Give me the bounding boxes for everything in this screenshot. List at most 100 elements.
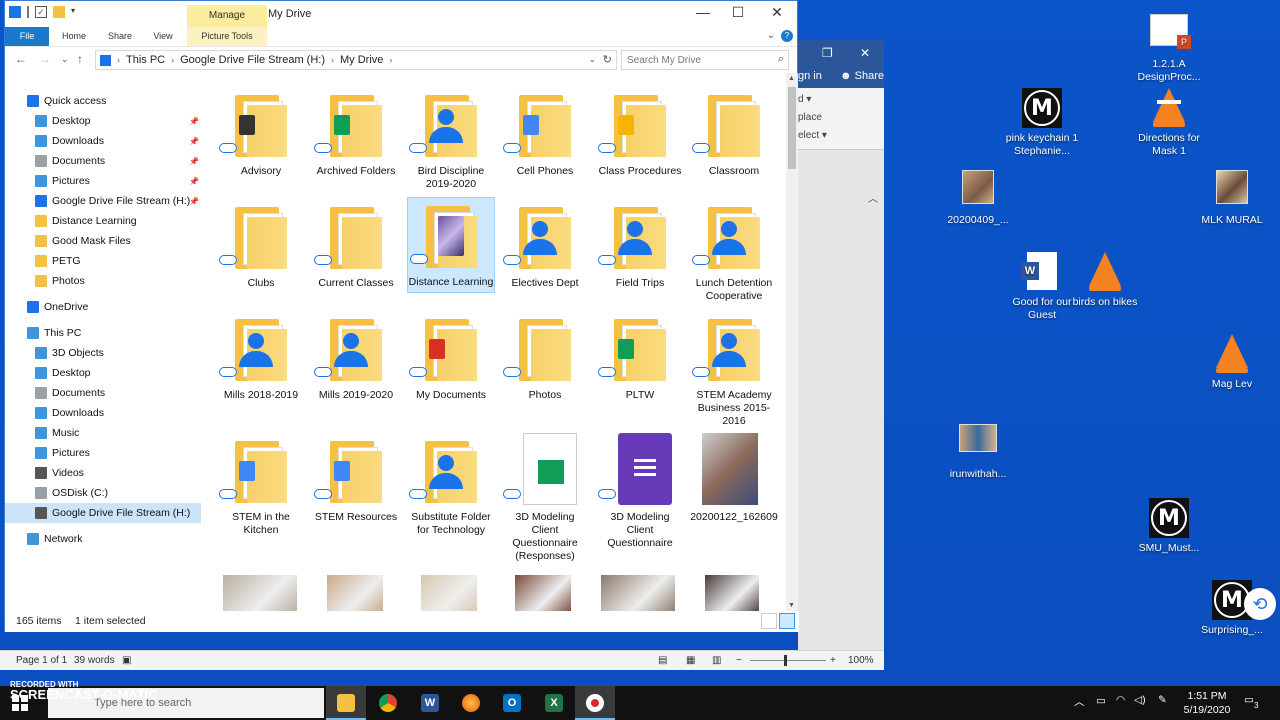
folder-item[interactable]: Distance Learning — [407, 197, 495, 293]
battery-icon[interactable]: ▭ — [1096, 695, 1106, 720]
nav-item[interactable]: Desktop 📌 — [5, 111, 201, 131]
large-icons-view-button[interactable] — [779, 613, 795, 629]
file-item[interactable]: 3D Modeling Client Questionnaire (Respon… — [501, 433, 589, 566]
desktop-icon[interactable]: M SMU_Must... — [1129, 498, 1209, 555]
search-input[interactable] — [622, 51, 762, 69]
folder-item[interactable]: My Documents — [407, 311, 495, 405]
nav-item[interactable]: Google Drive File Stream (H:) 📌 — [5, 191, 201, 211]
chevron-right-icon[interactable]: › — [171, 55, 174, 65]
zoom-level[interactable]: 100% — [848, 655, 874, 666]
zoom-thumb[interactable] — [784, 655, 787, 666]
taskbar-file-explorer[interactable] — [326, 686, 366, 720]
pin-icon[interactable]: 📌 — [189, 157, 199, 166]
screencast-helper-icon[interactable]: ⟲ — [1244, 588, 1276, 620]
nav-item[interactable]: OneDrive — [5, 297, 201, 317]
collapse-ribbon-icon[interactable]: ︿ — [868, 190, 878, 205]
folder-item[interactable]: Photos — [501, 311, 589, 405]
show-hidden-icons-icon[interactable]: ︿ — [1074, 694, 1085, 720]
print-layout-icon[interactable]: ▦ — [686, 655, 695, 666]
folder-item[interactable]: Clubs — [217, 199, 305, 293]
folder-item[interactable]: Electives Dept — [501, 199, 589, 293]
folder-item[interactable]: STEM Academy Business 2015-2016 — [690, 311, 778, 431]
recent-locations-icon[interactable]: ⌄ — [61, 54, 69, 65]
breadcrumb-item[interactable]: My Drive — [340, 54, 383, 66]
share-button[interactable]: ☻ Share — [840, 70, 884, 82]
details-view-button[interactable] — [761, 613, 777, 629]
wifi-icon[interactable]: ◠ — [1116, 694, 1125, 720]
customize-qat-icon[interactable]: ▾ — [71, 6, 79, 18]
properties-icon[interactable]: ✓ — [35, 6, 47, 18]
tab-share[interactable]: Share — [107, 27, 133, 46]
nav-item[interactable]: Downloads 📌 — [5, 131, 201, 151]
folder-item[interactable]: Substitute Folder for Technology — [407, 433, 495, 540]
back-icon[interactable]: ← — [15, 52, 27, 66]
manage-tab[interactable]: Manage — [187, 5, 267, 27]
folder-item[interactable]: PLTW — [596, 311, 684, 405]
nav-item[interactable]: Google Drive File Stream (H:) — [5, 503, 201, 523]
scroll-down-icon[interactable]: ▼ — [788, 602, 795, 609]
notifications-icon[interactable]: ▭ — [1244, 694, 1254, 720]
tab-home[interactable]: Home — [61, 27, 87, 46]
taskbar-word[interactable]: W — [410, 686, 450, 720]
taskbar-firefox[interactable] — [451, 686, 491, 720]
chevron-right-icon[interactable]: › — [117, 55, 120, 65]
forward-icon[interactable]: → — [39, 52, 51, 66]
nav-item[interactable]: Desktop — [5, 363, 201, 383]
chevron-right-icon[interactable]: › — [389, 55, 392, 65]
vertical-scrollbar[interactable]: ▲ ▼ — [786, 73, 798, 611]
breadcrumb-item[interactable]: This PC — [126, 54, 165, 66]
nav-item[interactable]: Photos — [5, 271, 201, 291]
desktop-icon[interactable]: Mag Lev — [1192, 334, 1272, 391]
expand-ribbon-icon[interactable]: ⌄ — [767, 30, 775, 41]
folder-item[interactable]: Current Classes — [312, 199, 400, 293]
nav-item[interactable]: Distance Learning — [5, 211, 201, 231]
up-icon[interactable]: ↑ — [77, 52, 83, 66]
close-icon[interactable]: ✕ — [860, 46, 870, 60]
desktop-icon[interactable]: P 1.2.1.A DesignProc... — [1129, 14, 1209, 84]
desktop-icon[interactable]: 20200409_... — [938, 170, 1018, 227]
file-item[interactable]: 3D Modeling Client Questionnaire — [596, 433, 684, 553]
folder-item[interactable]: STEM Resources — [312, 433, 400, 527]
nav-item[interactable]: Documents — [5, 383, 201, 403]
nav-item[interactable]: Pictures — [5, 443, 201, 463]
ribbon-fragment[interactable]: place — [798, 112, 822, 123]
close-icon[interactable]: ✕ — [762, 4, 792, 21]
folder-item[interactable]: Classroom — [690, 87, 778, 181]
desktop-icon[interactable]: birds on bikes — [1065, 252, 1145, 309]
volume-icon[interactable]: ◁) — [1134, 694, 1146, 720]
folder-item[interactable]: Advisory — [217, 87, 305, 181]
nav-item[interactable]: Pictures 📌 — [5, 171, 201, 191]
tab-view[interactable]: View — [151, 27, 175, 46]
nav-item[interactable]: Quick access — [5, 91, 201, 111]
desktop-icon[interactable]: MLK MURAL — [1192, 170, 1272, 227]
ribbon-fragment[interactable]: elect ▾ — [798, 130, 827, 141]
taskbar-chrome[interactable] — [368, 686, 408, 720]
nav-item[interactable]: Documents 📌 — [5, 151, 201, 171]
pen-icon[interactable]: ✎ — [1158, 694, 1167, 720]
clock[interactable]: 1:51 PM 5/19/2020 — [1174, 689, 1240, 717]
search-box[interactable]: ⌕ — [621, 50, 789, 70]
nav-item[interactable]: Downloads — [5, 403, 201, 423]
photo-thumbnail[interactable] — [705, 575, 759, 611]
taskbar-excel[interactable]: X — [534, 686, 574, 720]
photo-thumbnail[interactable] — [223, 575, 297, 611]
tab-picture-tools[interactable]: Picture Tools — [187, 27, 267, 46]
taskbar-recorder[interactable] — [575, 686, 615, 720]
folder-item[interactable]: Archived Folders — [312, 87, 400, 181]
photo-thumbnail[interactable] — [515, 575, 571, 611]
folder-item[interactable]: Mills 2018-2019 — [217, 311, 305, 405]
pin-icon[interactable]: 📌 — [189, 197, 199, 206]
desktop-icon[interactable]: irunwithah... — [938, 424, 1018, 481]
desktop-icon[interactable]: M pink keychain 1 Stephanie... — [1002, 88, 1082, 158]
new-folder-icon[interactable] — [53, 6, 65, 18]
help-icon[interactable]: ? — [781, 30, 793, 42]
nav-item[interactable]: PETG — [5, 251, 201, 271]
chevron-down-icon[interactable]: ⌄ — [588, 54, 596, 65]
folder-item[interactable]: Mills 2019-2020 — [312, 311, 400, 405]
nav-item[interactable]: 3D Objects — [5, 343, 201, 363]
zoom-in-icon[interactable]: + — [830, 655, 836, 666]
nav-item[interactable]: This PC — [5, 323, 201, 343]
read-mode-icon[interactable]: ▤ — [658, 655, 667, 666]
nav-item[interactable]: Good Mask Files — [5, 231, 201, 251]
pin-icon[interactable]: 📌 — [189, 177, 199, 186]
